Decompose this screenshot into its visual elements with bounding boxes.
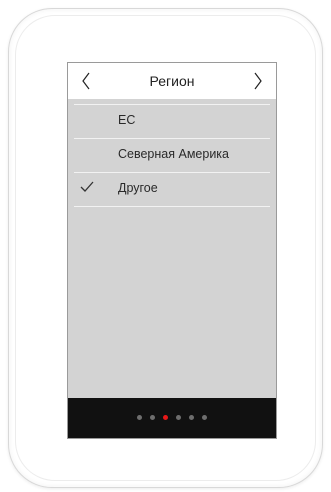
region-label: Северная Америка [118, 147, 229, 161]
region-option-other[interactable]: Другое [68, 167, 276, 201]
region-label: ЕС [118, 113, 136, 127]
back-button[interactable] [76, 67, 96, 95]
page-dot[interactable] [150, 415, 155, 420]
region-list: ЕС Северная Америка Другое [68, 99, 276, 207]
page-dot[interactable] [137, 415, 142, 420]
page-title: Регион [149, 73, 195, 89]
page-dot[interactable] [176, 415, 181, 420]
divider [74, 172, 270, 173]
chevron-right-icon [254, 72, 262, 90]
forward-button[interactable] [248, 67, 268, 95]
page-dot-active[interactable] [163, 415, 168, 420]
checkmark-icon [80, 181, 94, 192]
display-screen: Регион ЕС Северная Америка Другое [67, 62, 277, 439]
divider [74, 138, 270, 139]
page-dot[interactable] [189, 415, 194, 420]
region-option-eu[interactable]: ЕС [68, 99, 276, 133]
divider [74, 206, 270, 207]
divider [74, 104, 270, 105]
chevron-left-icon [82, 72, 90, 90]
footer-bar [68, 398, 276, 438]
header-bar: Регион [68, 63, 276, 99]
page-indicator [68, 415, 276, 420]
page-dot[interactable] [202, 415, 207, 420]
region-option-north-america[interactable]: Северная Америка [68, 133, 276, 167]
region-label: Другое [118, 181, 158, 195]
